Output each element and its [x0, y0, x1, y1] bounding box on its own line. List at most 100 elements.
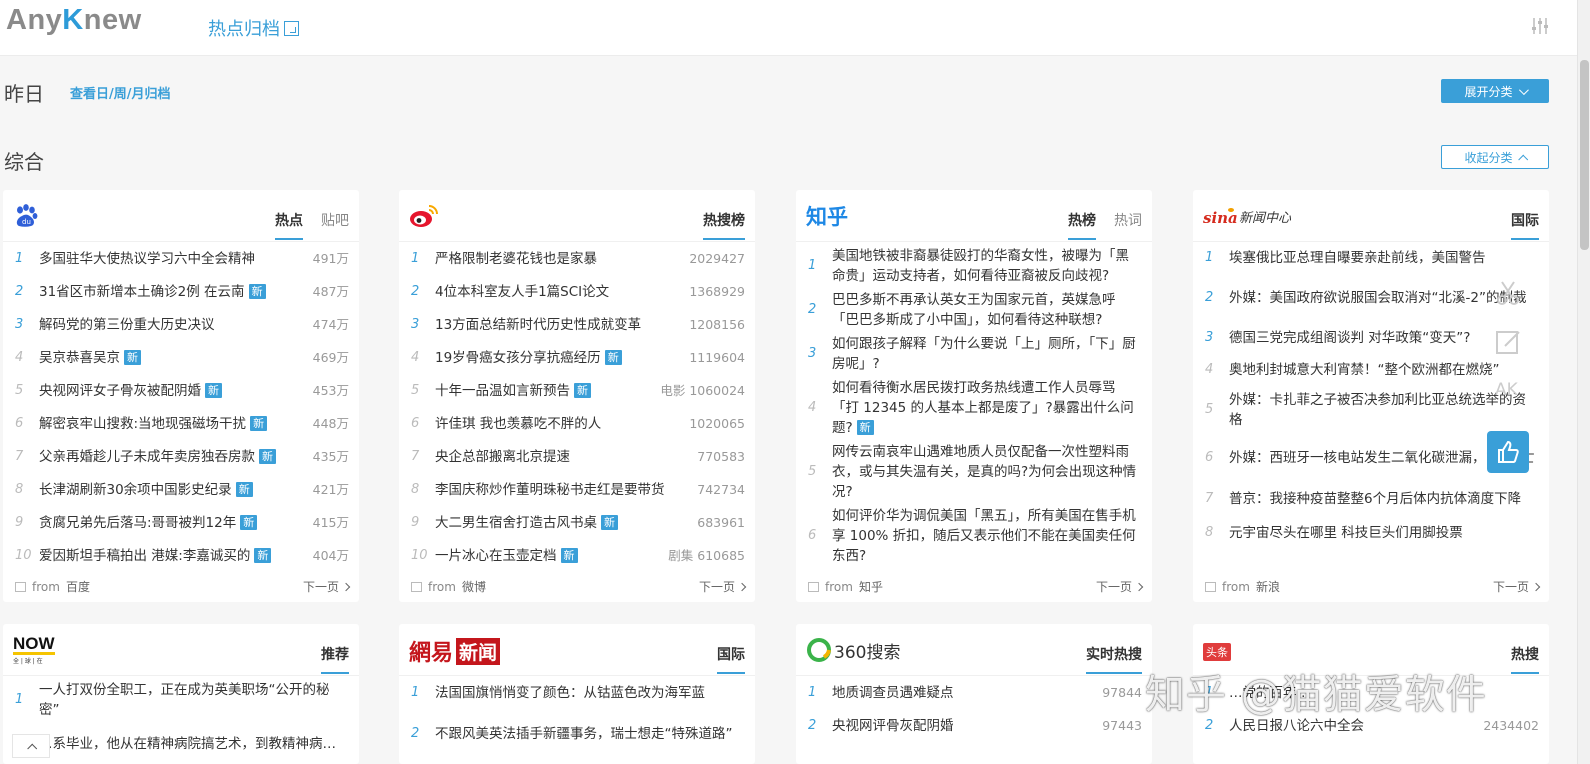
news-list: 1 美国地铁被非裔暴徒殴打的华裔女性，被曝为「黑命贵」运动支持者，如何看待亚裔被反…	[796, 244, 1152, 568]
tab-recommend[interactable]: 推荐	[321, 644, 349, 674]
list-item[interactable]: 1 一人打双份全职工，正在成为英美职场“公开的秘密”	[3, 676, 359, 724]
baidu-paw-icon: du	[16, 204, 38, 227]
new-badge: 新	[574, 382, 591, 398]
chevron-up-icon	[26, 743, 37, 754]
list-item[interactable]: 8 长津湖刷新30余项中国影史纪录新 421万	[3, 473, 359, 506]
list-item[interactable]: 2 巴巴多斯不再承认英女王为国家元首，英媒急呼「巴巴多斯成了小中国」，如何看待这种…	[796, 288, 1152, 332]
source-box-icon	[15, 581, 26, 592]
card-header: 知乎 热榜 热词	[796, 190, 1152, 242]
tab-hot[interactable]: 热点	[275, 210, 303, 240]
list-item[interactable]: 6 解密哀牢山搜救:当地现强磁场干扰新 448万	[3, 407, 359, 440]
top-bar: AnyKnew 热点归档	[0, 0, 1590, 56]
next-page-button[interactable]: 下一页	[699, 578, 747, 595]
edit-icon[interactable]	[1493, 327, 1523, 357]
expand-categories-button[interactable]: 展开分类	[1441, 79, 1549, 103]
sliders-icon[interactable]	[1530, 16, 1550, 36]
list-item[interactable]: 5 网传云南哀牢山遇难地质人员仅配备一次性塑料雨衣，或与其失温有关，是真的吗?为何…	[796, 440, 1152, 504]
list-item[interactable]: 1 法国国旗悄悄变了颜色：从钴蓝色改为海军蓝	[399, 676, 755, 710]
tab-hot-words[interactable]: 热词	[1114, 210, 1142, 240]
card-weibo: 热搜榜 1 严格限制老婆花钱也是家暴 2029427 2 4位本科室友人手1篇SCI论…	[399, 190, 755, 602]
list-item[interactable]: 7 央企总部搬离北京提速 770583	[399, 440, 755, 473]
chevron-right-icon	[1134, 582, 1144, 591]
new-badge: 新	[259, 448, 276, 464]
thumbs-up-icon	[1498, 440, 1519, 463]
card-tabs: 推荐	[321, 644, 349, 674]
list-item[interactable]: 3 如何跟孩子解释「为什么要说「上」厕所，「下」厨房呢」?	[796, 332, 1152, 376]
card-tabs: 国际	[717, 644, 745, 674]
tab-hot-search[interactable]: 热搜	[1511, 644, 1539, 674]
list-item[interactable]: 6 许佳琪 我也羡慕吃不胖的人 1020065	[399, 407, 755, 440]
new-badge: 新	[254, 547, 272, 563]
next-page-button[interactable]: 下一页	[1493, 578, 1541, 595]
tab-international[interactable]: 国际	[1511, 210, 1539, 240]
list-item[interactable]: 1 多国驻华大使热议学习六中全会精神 491万	[3, 242, 359, 275]
list-item[interactable]: 3 解码党的第三份重大历史决议 474万	[3, 308, 359, 341]
list-item[interactable]: 1 埃塞俄比亚总理自曝要亲赴前线，美国警告	[1193, 242, 1549, 274]
scroll-to-top-button[interactable]	[12, 734, 50, 758]
card-360: 360搜索 实时热搜 1 地质调查员遇难疑点 97844 2 央视网评骨灰配阴婚 974…	[796, 624, 1152, 764]
list-item[interactable]: 9 大二男生宿舍打造古风书桌新 683961	[399, 506, 755, 539]
archive-link[interactable]: 热点归档	[208, 15, 299, 41]
card-baidu: du 热点 贴吧 1 多国驻华大使热议学习六中全会精神 491万 2 31省区市新增本…	[3, 190, 359, 602]
list-item[interactable]: 5 十年一品温如言新预告新电影 1060024	[399, 374, 755, 407]
list-item[interactable]: 7 普京：我接种疫苗整整6个月后体内抗体滴度下降	[1193, 482, 1549, 516]
new-badge: 新	[240, 514, 258, 530]
tab-hot-list[interactable]: 热榜	[1068, 210, 1096, 240]
list-item[interactable]: 1 美国地铁被非裔暴徒殴打的华裔女性，被曝为「黑命贵」运动支持者，如何看待亚裔被反…	[796, 244, 1152, 288]
scissors-icon[interactable]	[1493, 278, 1523, 308]
list-item[interactable]: 4 如何看待衡水居民拨打政务热线遭工作人员辱骂「打 12345 的人基本上都是废了…	[796, 376, 1152, 440]
news-list: 1 严格限制老婆花钱也是家暴 2029427 2 4位本科室友人手1篇SCI论文 136…	[399, 242, 755, 572]
like-button[interactable]	[1487, 431, 1529, 473]
card-header: sina 新闻中心 国际	[1193, 190, 1549, 242]
list-item[interactable]: 2 4位本科室友人手1篇SCI论文 1368929	[399, 275, 755, 308]
new-badge: 新	[248, 283, 266, 299]
external-box-icon	[284, 20, 299, 36]
list-item[interactable]: 5 央视网评女子骨灰被配阴婚新 453万	[3, 374, 359, 407]
next-page-button[interactable]: 下一页	[1096, 578, 1144, 595]
watermark: 知乎 @猫猫爱软件	[1145, 672, 1487, 718]
tab-tieba[interactable]: 贴吧	[321, 210, 349, 240]
list-item[interactable]: 2 不跟风美英法插手新疆事务，瑞士想走“特殊道路”	[399, 710, 755, 758]
list-item[interactable]: 4 19岁骨癌女孩分享抗癌经历新 1119604	[399, 341, 755, 374]
list-item[interactable]: 7 父亲再婚趁儿子未成年卖房独吞房款新 435万	[3, 440, 359, 473]
list-item[interactable]: 6 如何评价华为调侃美国「黑五」，所有美国在售手机享 100% 折扣，随后又表示他…	[796, 504, 1152, 568]
chevron-down-icon	[1518, 84, 1529, 95]
list-item[interactable]: 4 吴京恭喜吴京新 469万	[3, 341, 359, 374]
source-name: 新浪	[1255, 580, 1280, 594]
chevron-right-icon	[737, 582, 747, 591]
tab-hot-search[interactable]: 热搜榜	[703, 210, 745, 240]
card-tabs: 国际	[1511, 210, 1539, 240]
list-item[interactable]: 8 李国庆称炒作董明珠秘书走红是要带货 742734	[399, 473, 755, 506]
list-item[interactable]: 1 严格限制老婆花钱也是家暴 2029427	[399, 242, 755, 275]
card-zhihu: 知乎 热榜 热词 1 美国地铁被非裔暴徒殴打的华裔女性，被曝为「黑命贵」运动支持者…	[796, 190, 1152, 602]
source-name: 微博	[461, 580, 486, 594]
list-item[interactable]: 2…系毕业，他从在精神病院搞艺术，到教精神病…	[3, 724, 359, 764]
tab-international[interactable]: 国际	[717, 644, 745, 674]
tab-realtime[interactable]: 实时热搜	[1086, 644, 1142, 674]
list-item[interactable]: 2 31省区市新增本土确诊2例 在云南新 487万	[3, 275, 359, 308]
list-item[interactable]: 2 央视网评骨灰配阴婚 97443	[796, 709, 1152, 742]
card-tabs: 热搜	[1511, 644, 1539, 674]
card-footer: from 微博 下一页	[399, 568, 755, 602]
collapse-categories-button[interactable]: 收起分类	[1441, 145, 1549, 169]
list-item[interactable]: 9 贪腐兄弟先后落马:哥哥被判12年新 415万	[3, 506, 359, 539]
list-item[interactable]: 1 地质调查员遇难疑点 97844	[796, 676, 1152, 709]
source-box-icon	[411, 581, 422, 592]
card-header: NOW 全 | 球 | 在 推荐	[3, 624, 359, 676]
list-item[interactable]: 8 元宇宙尽头在哪里 科技巨头们用脚投票	[1193, 516, 1549, 550]
archive-history-link[interactable]: 查看日/周/月归档	[70, 83, 171, 102]
now-logo: NOW 全 | 球 | 在	[13, 634, 55, 665]
next-page-button[interactable]: 下一页	[303, 578, 351, 595]
svg-text:du: du	[22, 218, 31, 226]
section-title: 综合	[4, 150, 44, 174]
ak-font-button[interactable]: AK	[1495, 380, 1518, 400]
scroll-thumb[interactable]	[1580, 60, 1589, 250]
news-list: 1 多国驻华大使热议学习六中全会精神 491万 2 31省区市新增本土确诊2例 在云南…	[3, 242, 359, 572]
anyknew-logo[interactable]: AnyKnew	[6, 4, 142, 37]
zhihu-logo: 知乎	[806, 205, 848, 229]
card-tabs: 实时热搜	[1086, 644, 1142, 674]
card-netease: 網易 新闻 国际 1 法国国旗悄悄变了颜色：从钴蓝色改为海军蓝 2 不跟风美英法插手…	[399, 624, 755, 764]
page-scrollbar[interactable]	[1577, 0, 1590, 764]
list-item[interactable]: 3 13方面总结新时代历史性成就变革 1208156	[399, 308, 755, 341]
netease-logo: 網易 新闻	[409, 637, 501, 666]
